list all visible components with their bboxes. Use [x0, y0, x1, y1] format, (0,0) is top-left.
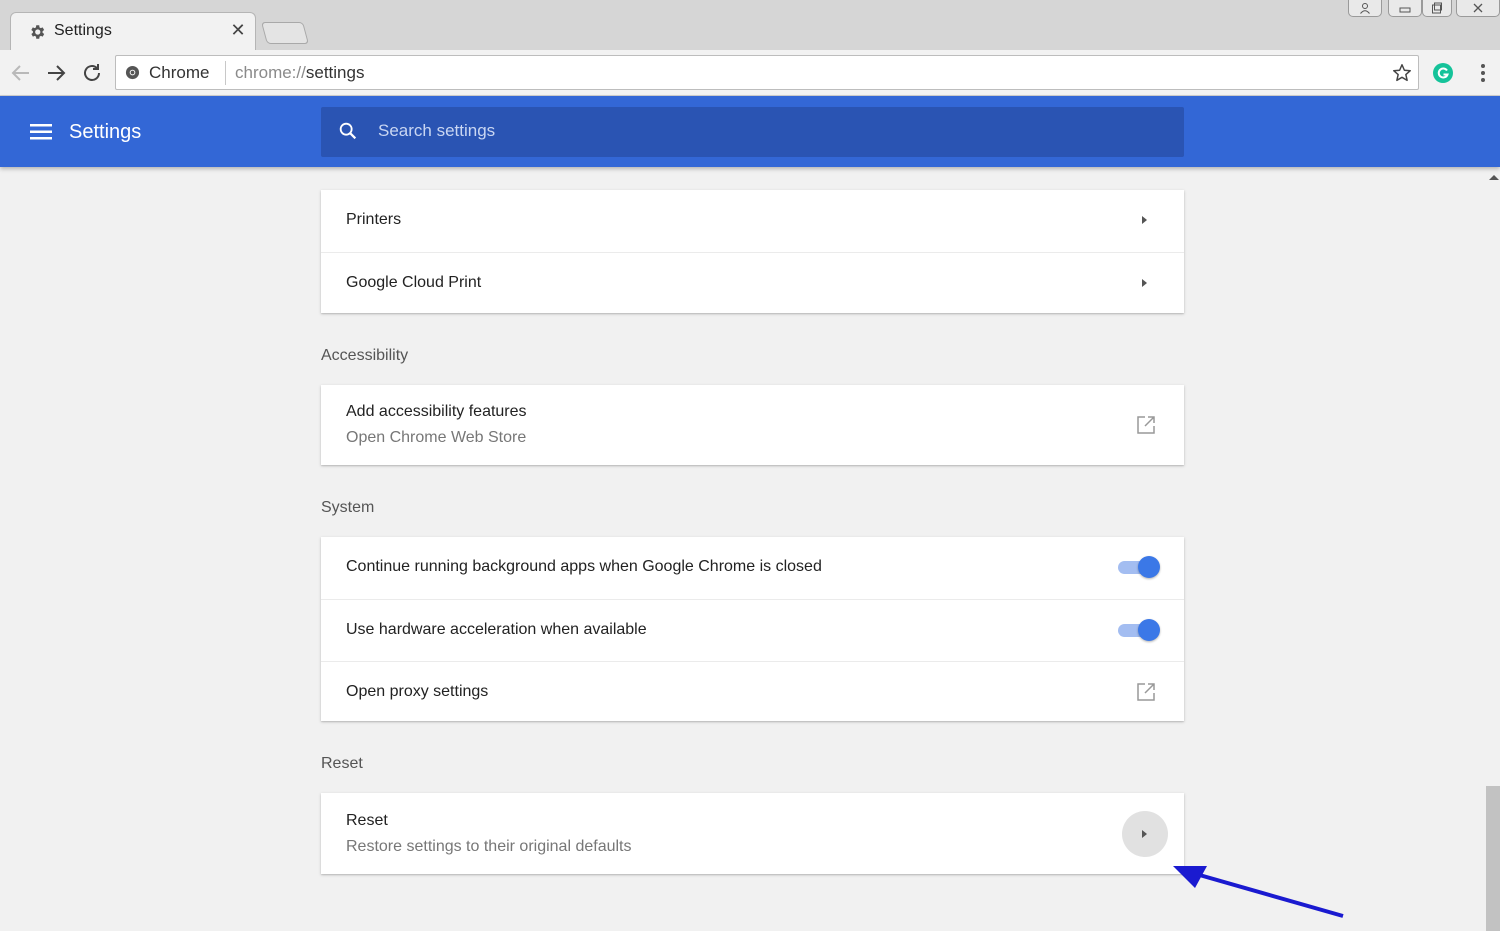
person-icon: [1360, 3, 1370, 14]
minimize-icon: [1399, 7, 1411, 13]
close-tab-icon[interactable]: ✕: [230, 20, 246, 41]
gear-icon: [31, 25, 45, 39]
reset-settings-button[interactable]: [1122, 811, 1168, 857]
back-icon[interactable]: [9, 61, 33, 85]
open-proxy-settings-label: Open proxy settings: [346, 683, 489, 700]
address-divider: [225, 61, 226, 85]
hardware-acceleration-row[interactable]: Use hardware acceleration when available: [321, 599, 1184, 661]
close-window-button[interactable]: [1456, 0, 1500, 17]
system-card: Continue running background apps when Go…: [321, 537, 1184, 721]
profile-button[interactable]: [1348, 0, 1382, 17]
reset-settings-row[interactable]: Reset Restore settings to their original…: [321, 793, 1184, 874]
reset-label: Reset: [346, 812, 388, 829]
forward-icon[interactable]: [44, 61, 68, 85]
star-icon[interactable]: [1391, 62, 1413, 84]
chevron-right-icon: [1142, 279, 1147, 287]
tab-title: Settings: [54, 22, 112, 39]
scrollbar-thumb[interactable]: [1486, 786, 1500, 931]
chevron-right-icon: [1142, 216, 1147, 224]
google-cloud-print-label: Google Cloud Print: [346, 274, 482, 291]
annotation-arrow-icon: [1173, 866, 1344, 918]
open-chrome-web-store-sublabel: Open Chrome Web Store: [346, 429, 527, 446]
toggle-knob: [1138, 619, 1160, 641]
close-icon: [1473, 3, 1483, 13]
chevron-right-icon: [1142, 830, 1147, 838]
external-link-icon[interactable]: [1136, 682, 1156, 702]
background-apps-label: Continue running background apps when Go…: [346, 558, 822, 575]
minimize-button[interactable]: [1388, 0, 1422, 17]
accessibility-heading: Accessibility: [321, 347, 409, 364]
hardware-acceleration-toggle[interactable]: [1118, 619, 1160, 641]
background-apps-toggle[interactable]: [1118, 556, 1160, 578]
external-link-icon[interactable]: [1136, 415, 1156, 435]
page-title: Settings: [69, 121, 142, 143]
more-menu-icon[interactable]: [1475, 62, 1491, 84]
reset-sublabel: Restore settings to their original defau…: [346, 838, 632, 855]
tab-settings[interactable]: [10, 12, 256, 50]
reset-card: Reset Restore settings to their original…: [321, 793, 1184, 874]
system-heading: System: [321, 499, 375, 516]
scroll-up-arrow-icon[interactable]: [1489, 175, 1499, 180]
reset-heading: Reset: [321, 755, 363, 772]
search-input[interactable]: [378, 118, 1158, 144]
url-text[interactable]: chrome://settings: [235, 63, 364, 83]
reload-icon[interactable]: [80, 61, 104, 85]
toggle-knob: [1138, 556, 1160, 578]
new-tab-button[interactable]: [261, 22, 309, 44]
hardware-acceleration-label: Use hardware acceleration when available: [346, 621, 647, 638]
restore-button[interactable]: [1422, 0, 1452, 17]
site-chip-label[interactable]: Chrome: [149, 63, 209, 83]
printing-card: Printers Google Cloud Print: [321, 190, 1184, 313]
add-accessibility-features-label: Add accessibility features: [346, 403, 527, 420]
hamburger-menu-icon[interactable]: [30, 123, 52, 141]
background-apps-row[interactable]: Continue running background apps when Go…: [321, 537, 1184, 599]
accessibility-card: Add accessibility features Open Chrome W…: [321, 385, 1184, 465]
google-cloud-print-row[interactable]: Google Cloud Print: [321, 252, 1184, 313]
printers-label: Printers: [346, 211, 402, 228]
restore-icon: [1432, 2, 1442, 14]
open-proxy-settings-row[interactable]: Open proxy settings: [321, 661, 1184, 721]
grammarly-extension-icon[interactable]: [1431, 61, 1455, 85]
add-accessibility-features-row[interactable]: Add accessibility features Open Chrome W…: [321, 385, 1184, 465]
printers-row[interactable]: Printers: [321, 190, 1184, 252]
secure-icon[interactable]: [125, 65, 140, 80]
search-icon[interactable]: [337, 120, 359, 142]
